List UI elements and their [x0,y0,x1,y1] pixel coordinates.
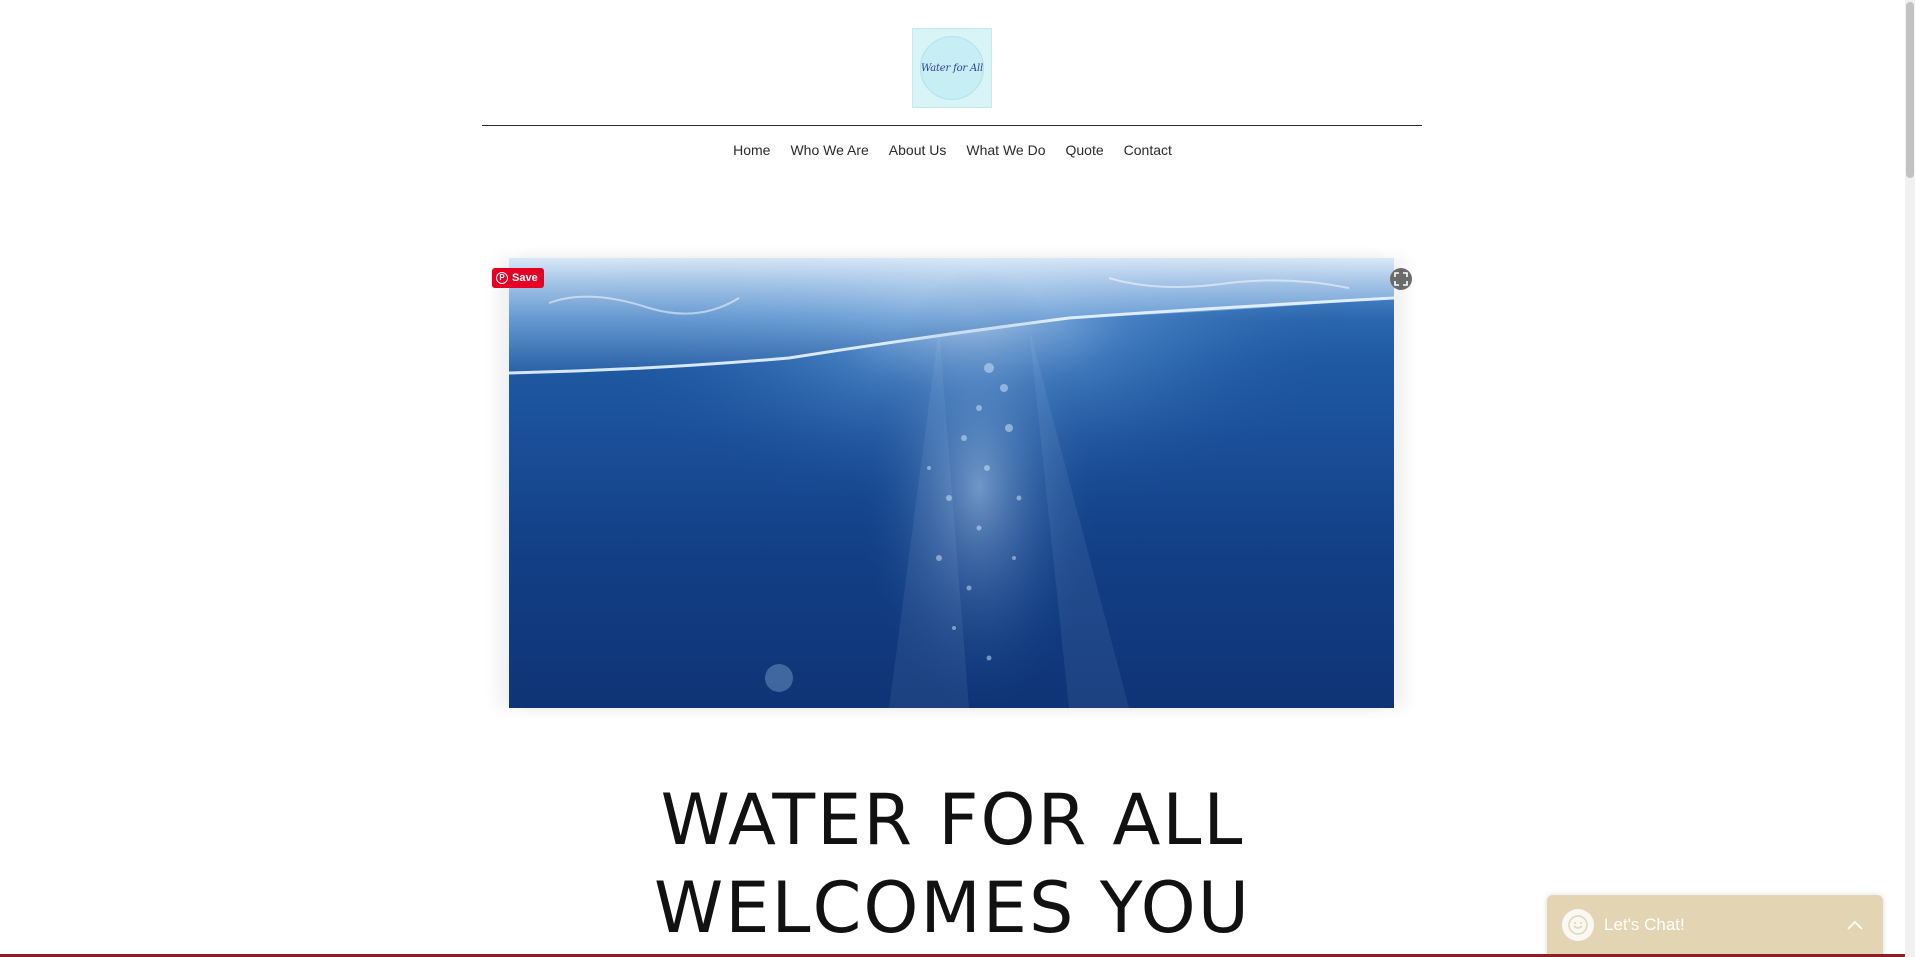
scrollbar-thumb[interactable] [1906,2,1914,178]
headline-line-1: WATER FOR ALL [660,779,1245,861]
hero-image[interactable] [509,258,1394,708]
pin-save-label: Save [512,272,538,284]
pinterest-save-button[interactable]: P Save [492,268,544,288]
expand-icon[interactable] [1390,268,1412,290]
logo-text: Water for All [921,62,983,74]
scrollbar[interactable] [1905,0,1915,957]
nav-item-what-we-do[interactable]: What We Do [956,142,1055,158]
expand-glyph [1394,272,1408,286]
chevron-up-icon[interactable] [1845,915,1865,935]
nav-item-home[interactable]: Home [723,142,780,158]
nav-item-contact[interactable]: Contact [1114,142,1182,158]
chat-label: Let's Chat! [1604,915,1685,934]
chat-widget[interactable]: Let's Chat! [1547,895,1883,957]
page: Water for All Home Who We Are About Us W… [0,0,1915,957]
underwater-illustration [509,258,1394,708]
site-logo[interactable]: Water for All [912,28,992,108]
pinterest-icon: P [496,272,508,284]
header-divider [482,125,1422,126]
nav-item-who-we-are[interactable]: Who We Are [780,142,878,158]
nav-item-about-us[interactable]: About Us [879,142,957,158]
main-nav: Home Who We Are About Us What We Do Quot… [0,142,1905,158]
nav-item-quote[interactable]: Quote [1056,142,1114,158]
logo-circle: Water for All [920,36,984,100]
chat-smile-icon [1562,909,1594,941]
